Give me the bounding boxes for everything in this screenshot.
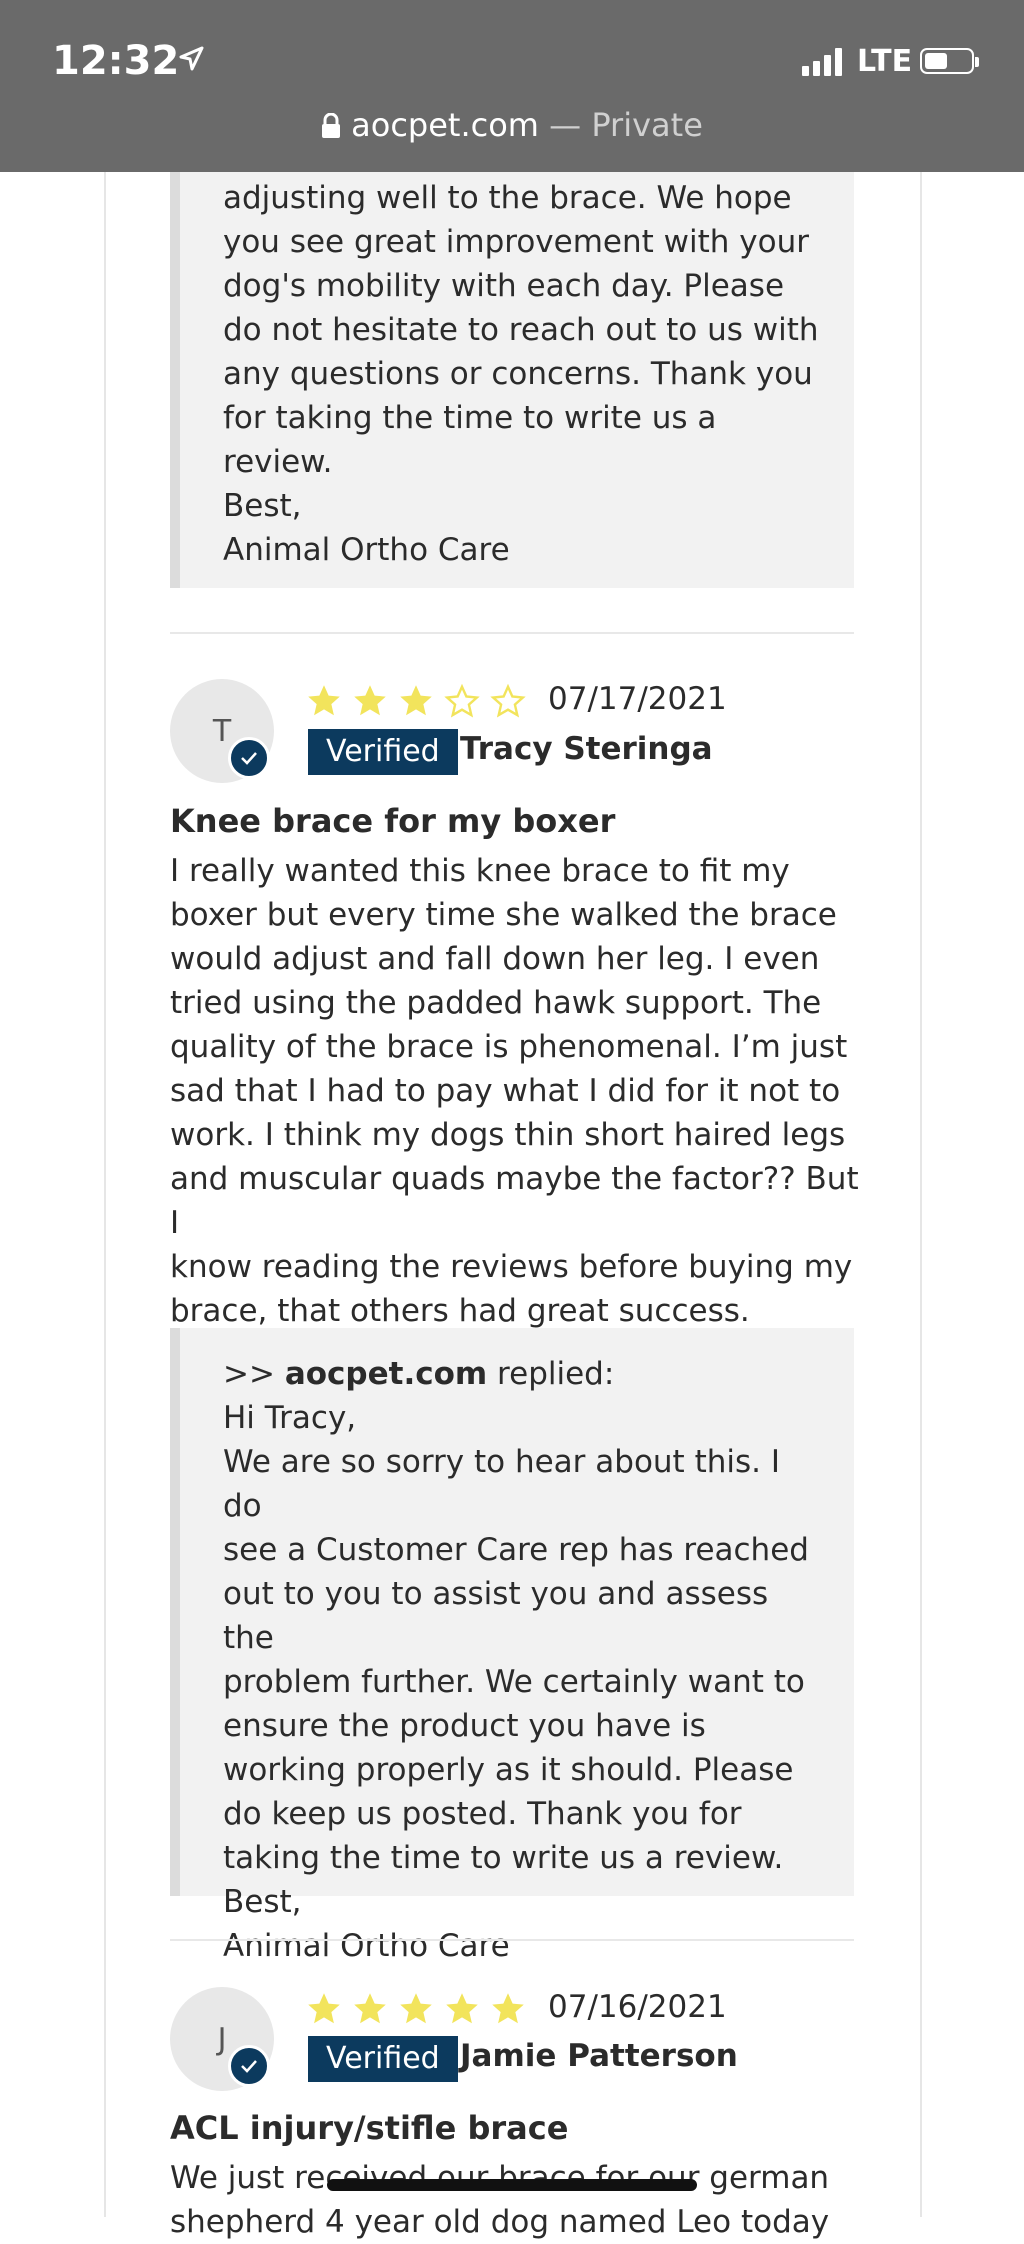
star-rating — [306, 1991, 526, 2027]
avatar: T — [170, 679, 274, 783]
location-arrow-icon — [179, 46, 204, 71]
reply-line: review. — [223, 444, 333, 480]
star-filled-icon — [354, 685, 386, 716]
review-line: sad that I had to pay what I did for it … — [170, 1073, 841, 1109]
reply-header: >> aocpet.com replied: — [223, 1352, 824, 1396]
home-indicator[interactable] — [327, 2179, 697, 2191]
address-bar[interactable]: aocpet.com — Private — [0, 106, 1024, 144]
star-filled-icon — [446, 1993, 478, 2024]
reply-line: taking the time to write us a review. — [223, 1840, 784, 1876]
review-line: would adjust and fall down her leg. I ev… — [170, 941, 820, 977]
review-date: 07/17/2021 — [548, 681, 727, 717]
reviewer-name: Tracy Steringa — [460, 731, 713, 767]
review-divider — [170, 1939, 854, 1941]
reply-author: aocpet.com — [284, 1356, 488, 1392]
reply-line: adjusting well to the brace. We hope — [223, 180, 792, 216]
previous-reply-box: adjusting well to the brace. We hope you… — [170, 150, 854, 588]
reply-line: ensure the product you have is — [223, 1708, 706, 1744]
review-line: boxer but every time she walked the brac… — [170, 897, 837, 933]
verified-check-icon — [228, 2045, 270, 2087]
review-line: quality of the brace is phenomenal. I’m … — [170, 1029, 848, 1065]
review-title: ACL injury/stifle brace — [170, 2109, 569, 2147]
battery-icon — [920, 48, 979, 74]
review-line: and muscular quads maybe the factor?? Bu… — [170, 1161, 859, 1241]
review-body: We just received our brace for our germa… — [170, 2156, 860, 2244]
reply-line: Best, — [223, 1884, 302, 1920]
review-line: tried using the padded hawk support. The — [170, 985, 822, 1021]
star-empty-icon — [444, 683, 480, 718]
browser-top-bar: 12:32 LTE aocpet.com — Private — [0, 0, 1024, 172]
reply-line: Best, — [223, 488, 302, 524]
verified-badge: Verified — [308, 2036, 458, 2082]
star-filled-icon — [400, 1993, 432, 2024]
lock-icon — [322, 113, 341, 138]
store-reply-box: >> aocpet.com replied: Hi Tracy, We are … — [170, 1328, 854, 1964]
status-time: 12:32 — [52, 38, 180, 84]
review-body: I really wanted this knee brace to fit m… — [170, 849, 860, 1333]
reply-line: We are so sorry to hear about this. I do — [223, 1444, 780, 1524]
url-separator: — — [538, 106, 592, 144]
review-divider — [170, 632, 854, 634]
reply-suffix: replied: — [487, 1356, 615, 1392]
reply-line: any questions or concerns. Thank you — [223, 356, 813, 392]
review-line: We just received our brace for our germa… — [170, 2160, 830, 2196]
review-date: 07/16/2021 — [548, 1989, 727, 2025]
reviewer-name: Jamie Patterson — [460, 2038, 738, 2074]
reply-line: dog's mobility with each day. Please — [223, 268, 785, 304]
star-filled-icon — [492, 1993, 524, 2024]
avatar: J — [170, 1987, 274, 2091]
private-mode-label: Private — [591, 106, 703, 144]
cellular-signal-icon — [802, 48, 842, 76]
verified-badge: Verified — [308, 729, 458, 775]
review-line: know reading the reviews before buying m… — [170, 1249, 853, 1285]
star-filled-icon — [308, 1993, 340, 2024]
star-filled-icon — [308, 685, 340, 716]
review-line: work. I think my dogs thin short haired … — [170, 1117, 846, 1153]
reply-line: problem further. We certainly want to — [223, 1664, 805, 1700]
avatar-initial: T — [212, 713, 232, 749]
star-filled-icon — [354, 1993, 386, 2024]
reply-line: Animal Ortho Care — [223, 1928, 510, 1964]
reply-line: do not hesitate to reach out to us with — [223, 312, 819, 348]
reply-prefix: >> — [223, 1356, 285, 1392]
review-title: Knee brace for my boxer — [170, 802, 616, 840]
reply-line: Hi Tracy, — [223, 1400, 357, 1436]
verified-check-icon — [228, 737, 270, 779]
review-line: shepherd 4 year old dog named Leo today — [170, 2204, 830, 2240]
review-line: I really wanted this knee brace to fit m… — [170, 853, 790, 889]
url-domain: aocpet.com — [351, 106, 539, 144]
star-rating — [306, 683, 526, 719]
reply-line: Animal Ortho Care — [223, 532, 510, 568]
reply-line: for taking the time to write us a — [223, 400, 717, 436]
network-type: LTE — [857, 44, 913, 79]
star-filled-icon — [400, 685, 432, 716]
avatar-initial: J — [217, 2021, 227, 2057]
reply-line: you see great improvement with your — [223, 224, 809, 260]
star-empty-icon — [490, 683, 526, 718]
reply-line: do keep us posted. Thank you for — [223, 1796, 742, 1832]
reply-line: see a Customer Care rep has reached — [223, 1532, 809, 1568]
review-line: brace, that others had great success. — [170, 1293, 750, 1329]
reply-line: working properly as it should. Please — [223, 1752, 794, 1788]
reply-line: out to you to assist you and assess the — [223, 1576, 769, 1656]
